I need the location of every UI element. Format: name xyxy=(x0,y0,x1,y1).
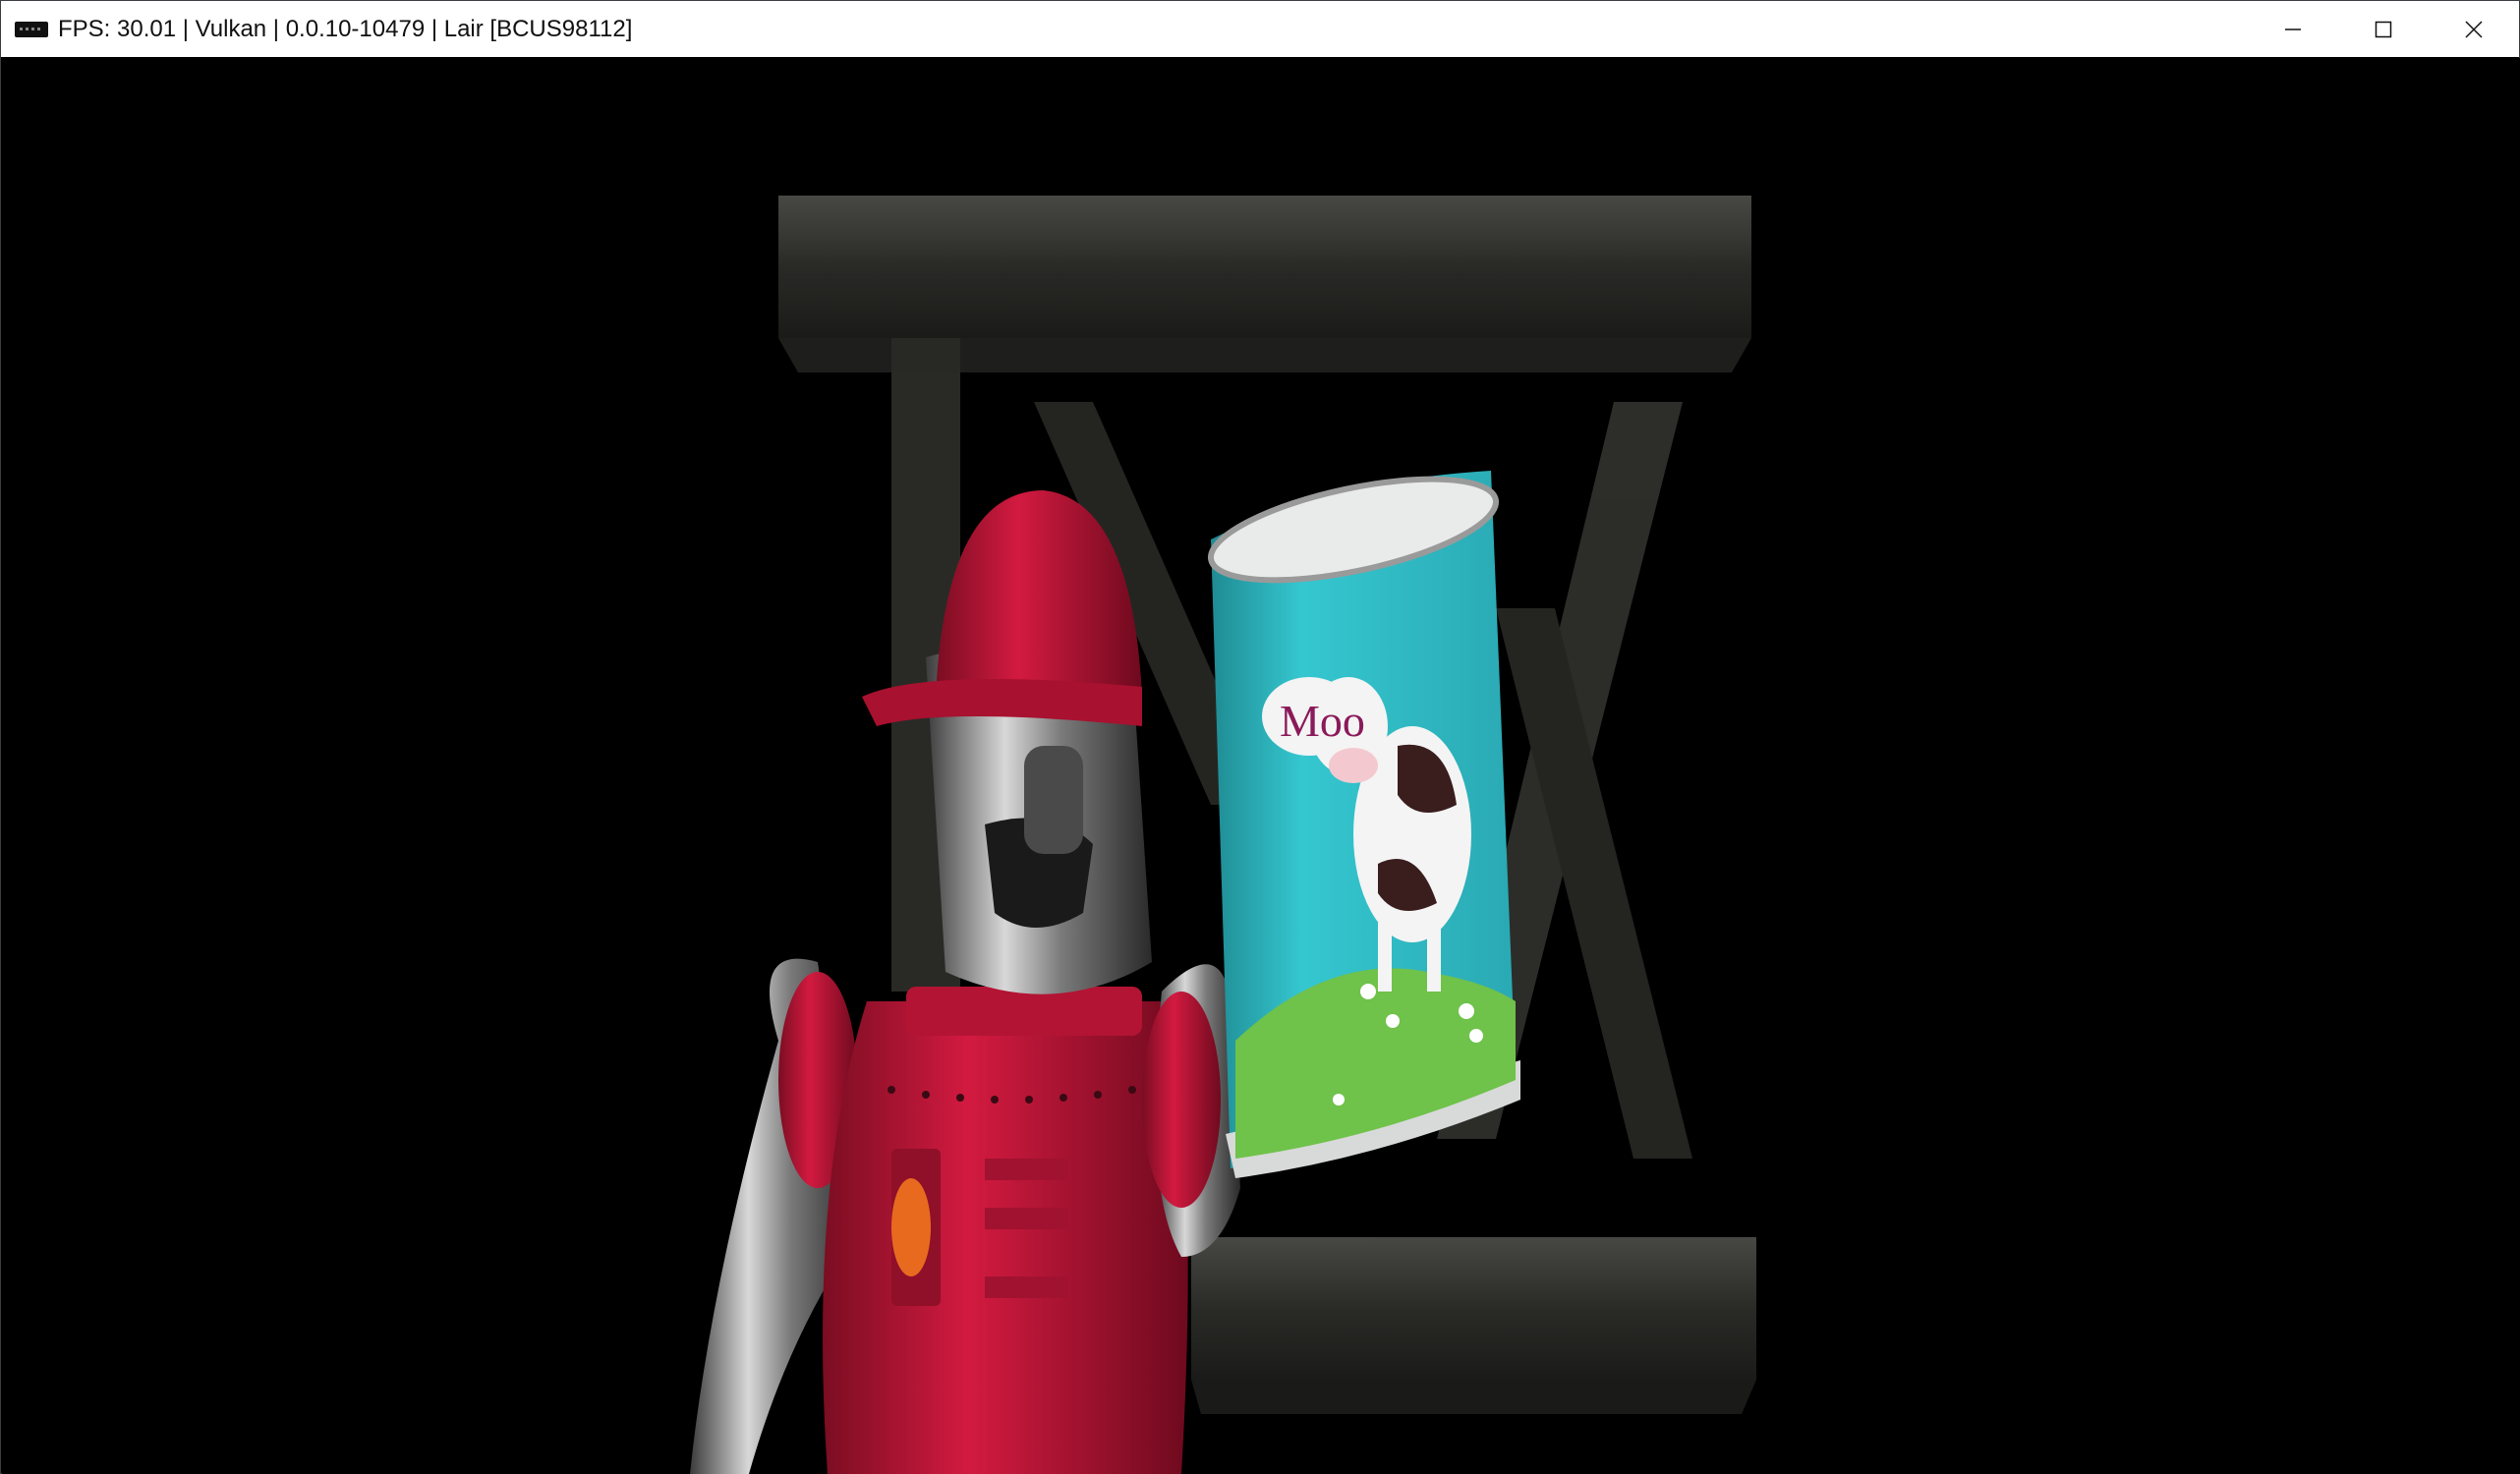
emulator-window: FPS: 30.01 | Vulkan | 0.0.10-10479 | Lai… xyxy=(0,0,2520,1474)
window-controls xyxy=(2248,1,2519,57)
minimize-icon xyxy=(2285,28,2301,30)
minimize-button[interactable] xyxy=(2248,1,2338,57)
maximize-button[interactable] xyxy=(2338,1,2429,57)
app-icon xyxy=(15,21,48,37)
game-viewport[interactable]: Moo xyxy=(2,58,2520,1474)
maximize-icon xyxy=(2375,21,2392,37)
window-title: FPS: 30.01 | Vulkan | 0.0.10-10479 | Lai… xyxy=(58,15,633,42)
close-button[interactable] xyxy=(2429,1,2519,57)
can-label: Moo xyxy=(1280,696,1365,746)
game-scene: Moo xyxy=(690,196,1756,1474)
close-icon xyxy=(2465,20,2483,38)
milk-can: Moo xyxy=(1207,471,1520,1178)
title-bar[interactable]: FPS: 30.01 | Vulkan | 0.0.10-10479 | Lai… xyxy=(1,1,2519,57)
